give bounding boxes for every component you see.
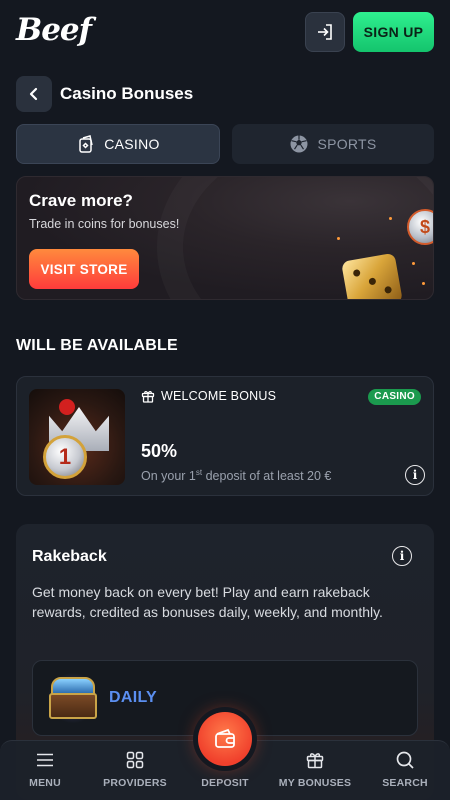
dice-icon <box>341 252 403 299</box>
nav-my-bonuses-label: MY BONUSES <box>278 777 352 789</box>
spark-decoration <box>337 237 340 240</box>
promo-subtitle: Trade in coins for bonuses! <box>29 217 180 231</box>
wallet-icon <box>215 728 235 748</box>
promo-banner: Crave more? Trade in coins for bonuses! … <box>16 176 434 300</box>
top-header: Beef SIGN UP <box>0 0 450 64</box>
info-icon: i <box>412 468 418 482</box>
page-title: Casino Bonuses <box>60 84 194 103</box>
promo-title: Crave more? <box>29 191 133 210</box>
coin-graphic: 1 <box>43 435 87 479</box>
casino-badge: CASINO <box>368 389 421 405</box>
spark-decoration <box>412 262 415 265</box>
nav-search-label: SEARCH <box>382 777 428 789</box>
back-button[interactable] <box>16 76 52 112</box>
search-icon <box>396 751 414 769</box>
rakeback-title: Rakeback <box>32 548 107 565</box>
login-icon <box>318 24 332 40</box>
daily-label: DAILY <box>109 689 158 706</box>
nav-my-bonuses[interactable]: MY BONUSES <box>270 741 360 800</box>
nav-menu[interactable]: MENU <box>0 741 90 800</box>
signup-button[interactable]: SIGN UP <box>353 12 434 52</box>
nav-providers[interactable]: PROVIDERS <box>90 741 180 800</box>
chevron-left-icon <box>29 87 38 101</box>
cherry-graphic <box>59 399 75 415</box>
section-title: WILL BE AVAILABLE <box>16 337 178 354</box>
nav-deposit-label: DEPOSIT <box>201 777 249 789</box>
rakeback-info-button[interactable]: i <box>392 546 412 566</box>
info-icon: i <box>399 549 405 563</box>
tab-sports-label: SPORTS <box>317 136 377 152</box>
bonus-amount: 50% <box>141 441 178 461</box>
bonus-type: WELCOME BONUS <box>141 389 276 403</box>
page-title-row: Casino Bonuses <box>16 76 193 112</box>
soccer-ball-icon <box>290 135 308 153</box>
brand-logo[interactable]: Beef <box>16 12 92 48</box>
gift-icon <box>141 390 155 403</box>
bonus-description: On your 1st deposit of at least 20 € <box>141 468 332 484</box>
visit-store-button[interactable]: VISIT STORE <box>29 249 139 289</box>
rakeback-description: Get money back on every bet! Play and ea… <box>32 584 383 620</box>
welcome-bonus-card[interactable]: 1 WELCOME BONUS CASINO 50% On your 1st d… <box>16 376 434 496</box>
menu-icon <box>37 753 53 767</box>
tab-casino[interactable]: CASINO <box>16 124 220 164</box>
login-button[interactable] <box>305 12 345 52</box>
spark-decoration <box>389 217 392 220</box>
nav-providers-label: PROVIDERS <box>103 777 167 789</box>
deposit-button[interactable] <box>198 712 252 766</box>
bonus-type-label: WELCOME BONUS <box>161 389 277 403</box>
treasure-chest-icon <box>47 673 99 723</box>
category-tabs: CASINO SPORTS <box>16 124 434 164</box>
grid-icon <box>126 751 144 769</box>
gift-icon <box>306 753 324 769</box>
spark-decoration <box>422 282 425 285</box>
cards-icon <box>79 135 93 153</box>
tab-casino-label: CASINO <box>104 136 160 152</box>
bonus-info-button[interactable]: i <box>405 465 425 485</box>
tab-sports[interactable]: SPORTS <box>232 124 434 164</box>
nav-menu-label: MENU <box>29 777 61 789</box>
bonus-image: 1 <box>29 389 125 485</box>
nav-search[interactable]: SEARCH <box>360 741 450 800</box>
